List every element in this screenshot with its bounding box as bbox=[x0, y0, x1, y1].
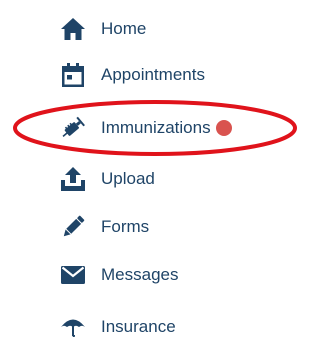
nav-item-insurance[interactable]: Insurance bbox=[60, 307, 176, 337]
nav-item-label: Immunizations bbox=[101, 118, 211, 137]
sidebar-nav: Home Appointments Immunizations Upload F… bbox=[0, 0, 321, 337]
nav-item-label: Messages bbox=[101, 265, 179, 284]
nav-item-label: Upload bbox=[101, 169, 155, 188]
pencil-icon bbox=[60, 214, 86, 240]
nav-item-forms[interactable]: Forms bbox=[60, 207, 149, 247]
notification-dot bbox=[215, 120, 232, 136]
nav-item-label: Appointments bbox=[101, 65, 205, 84]
umbrella-icon bbox=[60, 314, 86, 337]
syringe-icon bbox=[60, 115, 86, 141]
home-icon bbox=[60, 16, 86, 42]
nav-item-immunizations[interactable]: Immunizations bbox=[60, 108, 232, 148]
nav-item-messages[interactable]: Messages bbox=[60, 255, 178, 295]
nav-item-label: Forms bbox=[101, 217, 150, 236]
upload-icon bbox=[60, 166, 86, 192]
calendar-icon bbox=[60, 62, 86, 88]
nav-item-upload[interactable]: Upload bbox=[60, 159, 155, 199]
nav-item-label: Home bbox=[101, 19, 147, 38]
nav-item-home[interactable]: Home bbox=[60, 9, 146, 49]
nav-item-appointments[interactable]: Appointments bbox=[60, 55, 205, 95]
nav-item-label: Insurance bbox=[101, 317, 176, 336]
envelope-icon bbox=[60, 262, 86, 288]
